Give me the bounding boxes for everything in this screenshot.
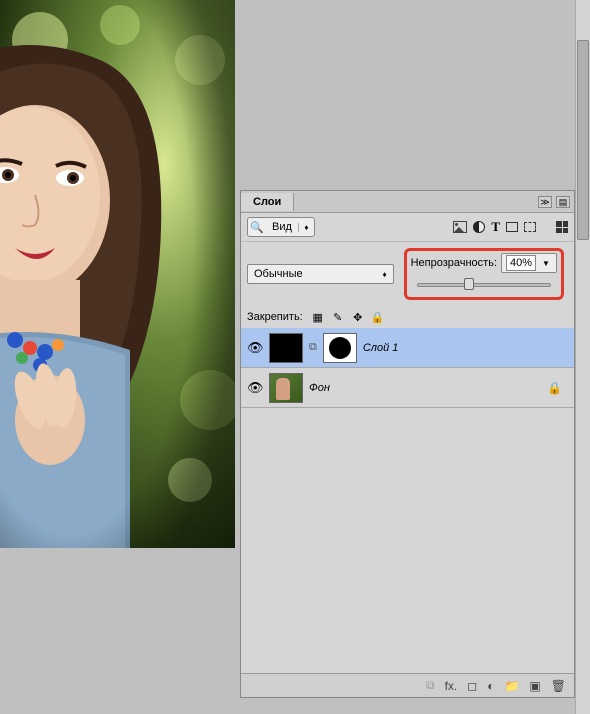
chevron-updown-icon: ♦ bbox=[382, 270, 386, 279]
layer-row[interactable]: 👁 ⧉ Слой 1 bbox=[241, 328, 574, 368]
panel-footer: ⧉ fx. ◻ ◐ 📁 ▣ 🗑 bbox=[241, 673, 574, 697]
layer-fx-icon[interactable]: fx. bbox=[445, 679, 458, 693]
workspace: Слои ≫ ▤ 🔍 Вид ♦ T bbox=[0, 0, 590, 714]
filter-pixel-icon[interactable] bbox=[453, 221, 467, 233]
layers-panel: Слои ≫ ▤ 🔍 Вид ♦ T bbox=[240, 190, 575, 698]
mask-link-icon[interactable]: ⧉ bbox=[309, 341, 317, 354]
image-canvas[interactable] bbox=[0, 0, 235, 548]
filter-label: Вид bbox=[266, 221, 298, 233]
lock-all-icon[interactable]: 🔒 bbox=[371, 310, 385, 324]
visibility-eye-icon[interactable]: 👁 bbox=[247, 380, 263, 396]
opacity-field[interactable]: 40% ▼ bbox=[501, 253, 557, 273]
panel-tabbar: Слои ≫ ▤ bbox=[241, 191, 574, 213]
new-group-icon[interactable]: 📁 bbox=[504, 679, 519, 693]
slider-thumb[interactable] bbox=[464, 278, 474, 290]
lock-brush-icon[interactable]: ✎ bbox=[331, 310, 345, 324]
blend-mode-value: Обычные bbox=[254, 268, 303, 280]
lock-icon: 🔒 bbox=[547, 381, 562, 395]
layer-name[interactable]: Фон bbox=[309, 382, 330, 394]
blend-opacity-row: Обычные ♦ Непрозрачность: 40% ▼ bbox=[241, 242, 574, 306]
panel-expand-icon[interactable]: ≫ bbox=[538, 196, 552, 208]
lock-transparent-icon[interactable]: ▦ bbox=[311, 310, 325, 324]
vertical-scrollbar[interactable] bbox=[575, 0, 590, 714]
layer-thumbnail[interactable] bbox=[269, 333, 303, 363]
chevron-updown-icon: ♦ bbox=[298, 223, 314, 232]
link-layers-icon[interactable]: ⧉ bbox=[426, 678, 435, 693]
tab-layers[interactable]: Слои bbox=[241, 193, 294, 211]
layer-row[interactable]: 👁 Фон 🔒 bbox=[241, 368, 574, 408]
filter-shape-icon[interactable] bbox=[506, 222, 518, 232]
layer-name[interactable]: Слой 1 bbox=[363, 342, 399, 354]
blend-mode-select[interactable]: Обычные ♦ bbox=[247, 264, 394, 284]
panel-menu-icon[interactable]: ▤ bbox=[556, 196, 570, 208]
scrollbar-thumb[interactable] bbox=[577, 40, 589, 240]
layer-thumbnail[interactable] bbox=[269, 373, 303, 403]
layer-mask-thumbnail[interactable] bbox=[323, 333, 357, 363]
lock-row: Закрепить: ▦ ✎ ✥ 🔒 bbox=[241, 306, 574, 328]
filter-adjustment-icon[interactable] bbox=[473, 221, 485, 233]
lock-label: Закрепить: bbox=[247, 311, 303, 323]
new-layer-icon[interactable]: ▣ bbox=[529, 679, 540, 693]
layer-filter-select[interactable]: 🔍 Вид ♦ bbox=[247, 217, 315, 237]
filter-row: 🔍 Вид ♦ T bbox=[241, 213, 574, 242]
canvas-photo bbox=[0, 0, 235, 548]
opacity-value[interactable]: 40% bbox=[506, 255, 536, 271]
filter-smart-icon[interactable] bbox=[524, 222, 536, 232]
adjustment-layer-icon[interactable]: ◐ bbox=[487, 679, 494, 693]
chevron-down-icon[interactable]: ▼ bbox=[540, 259, 552, 268]
opacity-label: Непрозрачность: bbox=[411, 257, 497, 269]
layers-list: 👁 ⧉ Слой 1 👁 Фон 🔒 bbox=[241, 328, 574, 668]
opacity-highlight: Непрозрачность: 40% ▼ bbox=[404, 248, 564, 300]
filter-type-icon[interactable]: T bbox=[491, 219, 500, 235]
add-mask-icon[interactable]: ◻ bbox=[467, 679, 477, 693]
delete-layer-icon[interactable]: 🗑 bbox=[551, 679, 566, 693]
filter-toggle-icon[interactable] bbox=[556, 221, 568, 233]
visibility-eye-icon[interactable]: 👁 bbox=[247, 340, 263, 356]
search-icon: 🔍 bbox=[248, 221, 266, 234]
opacity-slider[interactable] bbox=[411, 277, 557, 293]
slider-track bbox=[417, 283, 551, 287]
lock-move-icon[interactable]: ✥ bbox=[351, 310, 365, 324]
